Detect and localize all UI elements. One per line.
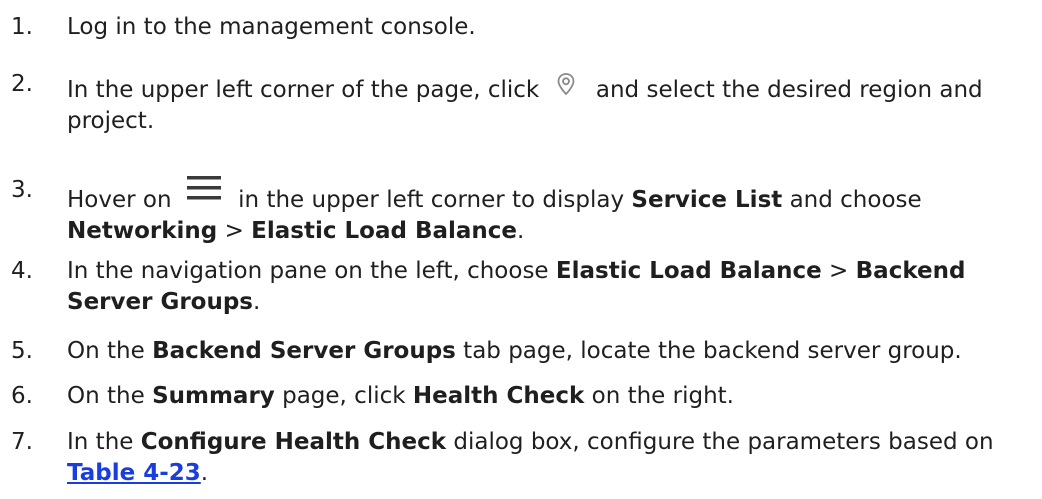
ui-term: Elastic Load Balance [251, 218, 518, 244]
step-text-segment: On the [67, 338, 153, 364]
step-text: In the upper left corner of the page, cl… [67, 69, 1037, 137]
ui-term: Backend Server Groups [152, 338, 456, 364]
step-text-segment: Log in to the management console. [67, 14, 476, 40]
step-number: 6. [11, 383, 33, 409]
step-text-segment: In the [67, 429, 141, 455]
step-number: 4. [11, 258, 33, 284]
step-text-segment: > [821, 258, 856, 284]
step-text-segment: on the right. [584, 383, 734, 409]
step-3: 3. Hover on in the upper left corner to … [0, 175, 1042, 247]
step-7: 7. In the Configure Health Check dialog … [0, 427, 1042, 489]
step-text-segment: . [253, 289, 261, 315]
ui-term: Health Check [412, 383, 585, 409]
step-number: 7. [11, 429, 33, 455]
step-text: In the navigation pane on the left, choo… [67, 256, 1037, 318]
location-pin-icon [551, 69, 581, 99]
step-number: 2. [11, 71, 33, 97]
ui-term: Summary [152, 383, 275, 409]
ui-term: Configure Health Check [140, 429, 447, 455]
step-text: On the Summary page, click Health Check … [67, 381, 1037, 412]
step-text-segment: In the navigation pane on the left, choo… [67, 258, 556, 284]
ui-term: Elastic Load Balance [555, 258, 822, 284]
step-2: 2. In the upper left corner of the page,… [0, 69, 1042, 137]
step-text: On the Backend Server Groups tab page, l… [67, 336, 1037, 367]
step-text-segment: Hover on [67, 187, 179, 213]
step-text-segment: and choose [782, 187, 922, 213]
step-number: 1. [11, 14, 33, 40]
step-4: 4. In the navigation pane on the left, c… [0, 256, 1042, 318]
ui-term: Service List [631, 187, 783, 213]
step-text: Log in to the management console. [67, 12, 1037, 43]
step-number: 3. [11, 177, 33, 203]
step-5: 5. On the Backend Server Groups tab page… [0, 336, 1042, 367]
step-text-segment: in the upper left corner to display [230, 187, 632, 213]
step-text: Hover on in the upper left corner to dis… [67, 175, 1037, 247]
step-6: 6. On the Summary page, click Health Che… [0, 381, 1042, 412]
step-text-segment: > [217, 218, 252, 244]
step-text-segment: page, click [274, 383, 413, 409]
table-reference-link[interactable]: Table 4-23 [67, 460, 201, 486]
step-text-segment: In the upper left corner of the page, cl… [67, 77, 547, 103]
step-text-segment: . [200, 460, 209, 486]
procedure-steps: 1. Log in to the management console. 2. … [0, 0, 1042, 499]
step-text-segment: . [517, 218, 525, 244]
step-1: 1. Log in to the management console. [0, 12, 1042, 43]
step-text-segment: dialog box, configure the parameters bas… [446, 429, 994, 455]
step-text-segment: tab page, locate the backend server grou… [455, 338, 962, 364]
step-number: 5. [11, 338, 33, 364]
step-text-segment: On the [67, 383, 153, 409]
menu-icon [185, 175, 223, 201]
step-text: In the Configure Health Check dialog box… [67, 427, 1037, 489]
ui-term: Networking [67, 218, 218, 244]
